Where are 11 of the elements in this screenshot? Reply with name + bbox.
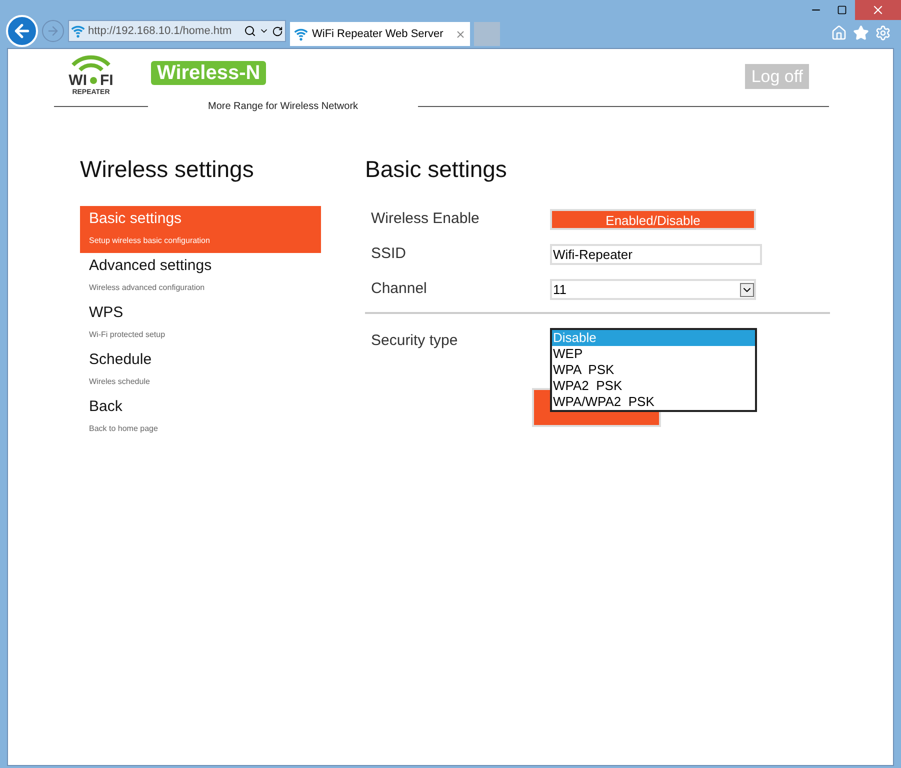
wireless-n-badge: Wireless-N [151,60,266,84]
logo-text: FI [100,73,114,88]
tagline: More Range for Wireless Network [207,100,360,114]
main-title: Basic settings [365,154,508,184]
address-text: http://192.168.10.1/home.htm [88,24,232,39]
field-label: Wireless Enable [371,209,480,230]
sidebar-title: Wireless settings [80,154,255,184]
logo-text: WI [68,73,87,88]
field-label: Channel [371,279,428,300]
field-label: Security type [371,331,459,351]
field-label: SSID [371,244,408,264]
